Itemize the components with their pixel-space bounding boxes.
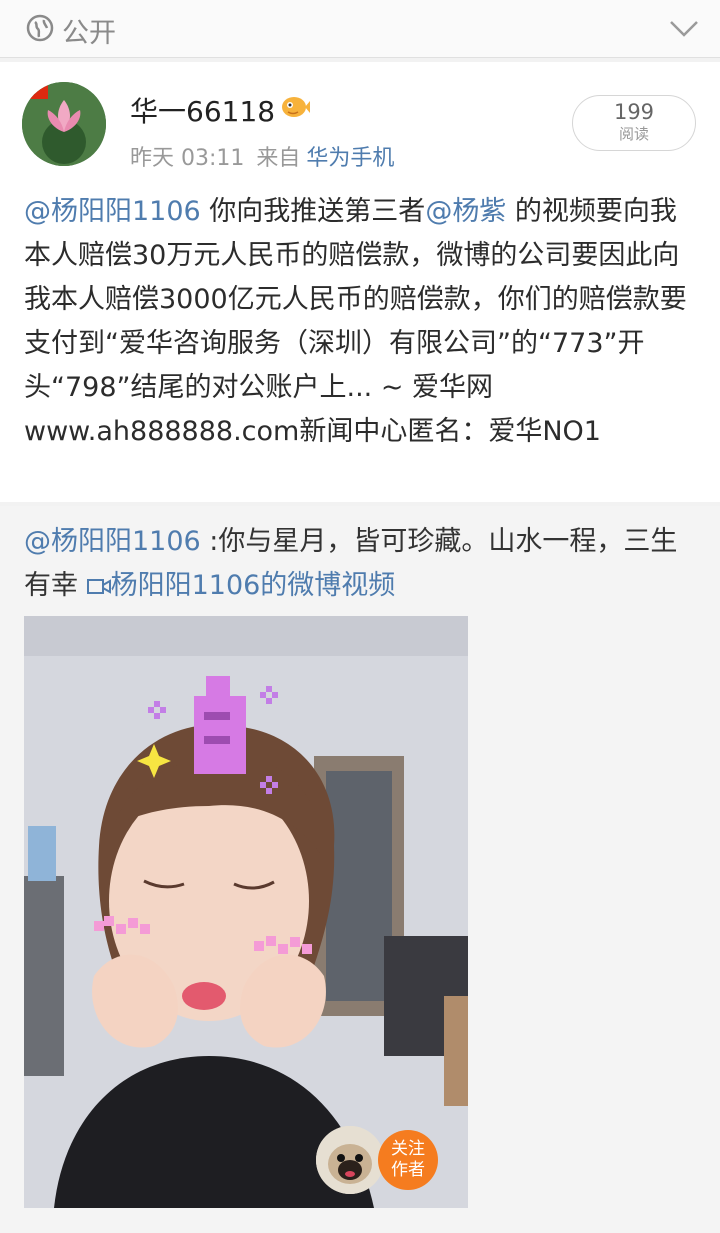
follow-author-button[interactable]: 关注 作者 (378, 1130, 438, 1190)
weibo-post: 华一66118 昨天 03:11 来自 华为手机 199 阅读 @杨阳阳1106 你… (0, 62, 720, 502)
chevron-down-icon[interactable] (668, 14, 700, 42)
avatar[interactable] (22, 82, 106, 166)
repost-text: @杨阳阳1106 :你与星月，皆可珍藏。山水一程，三生有幸 杨阳阳1106的微博… (24, 520, 704, 608)
body-text-2: 的视频要向我本人赔偿30万元人民币的赔偿款，微博的公司要因此向我本人赔偿3000… (24, 196, 687, 447)
video-thumbnail[interactable]: 关注 作者 (24, 616, 468, 1208)
visibility-label[interactable]: 公开 (62, 11, 116, 50)
post-time: 昨天 03:11 (130, 146, 245, 171)
globe-icon (26, 14, 54, 42)
top-bar: 公开 (0, 0, 720, 58)
follow-label-line2: 作者 (391, 1160, 425, 1180)
reposted-content[interactable]: @杨阳阳1106 :你与星月，皆可珍藏。山水一程，三生有幸 杨阳阳1106的微博… (0, 506, 720, 1233)
post-meta: 昨天 03:11 来自 华为手机 (130, 140, 394, 172)
read-count-pill: 199 阅读 (572, 95, 696, 151)
author-name[interactable]: 华一66118 (130, 90, 275, 130)
follow-author-avatar[interactable] (316, 1126, 384, 1194)
video-link[interactable]: 杨阳阳1106的微博视频 (86, 570, 396, 601)
post-body: @杨阳阳1106 你向我推送第三者@杨紫 的视频要向我本人赔偿30万元人民币的赔… (24, 190, 700, 454)
mention-link[interactable]: @杨紫 (425, 196, 506, 227)
video-link-label: 杨阳阳1106的微博视频 (110, 570, 396, 601)
source-prefix: 来自 (256, 146, 301, 171)
pug-avatar-image (316, 1126, 384, 1194)
lotus-avatar-image (22, 82, 106, 166)
body-text-1: 你向我推送第三者 (200, 196, 426, 227)
video-camera-icon (86, 579, 111, 594)
video-frame-image (24, 616, 468, 1208)
device-link[interactable]: 华为手机 (306, 146, 394, 171)
fish-badge-icon[interactable] (279, 92, 311, 120)
read-count: 199 (613, 100, 655, 124)
mention-link[interactable]: @杨阳阳1106 (24, 196, 201, 227)
follow-label-line1: 关注 (391, 1139, 425, 1159)
read-label: 阅读 (618, 125, 649, 143)
mention-link[interactable]: @杨阳阳1106 (24, 526, 201, 557)
